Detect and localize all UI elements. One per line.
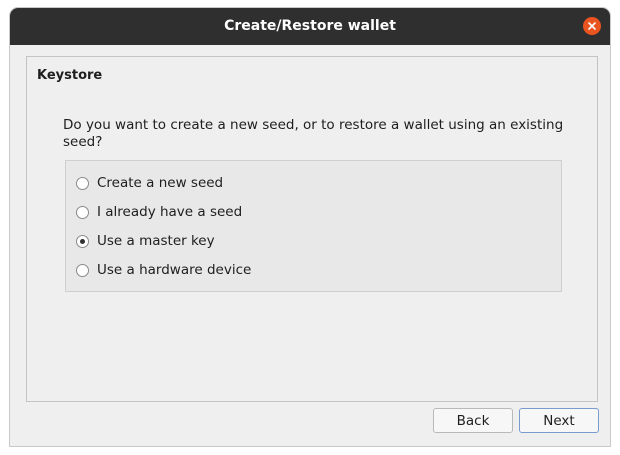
radio-button-checked[interactable] [76,234,89,248]
option-label: Use a hardware device [97,262,252,278]
option-label: Create a new seed [97,175,224,191]
keystore-panel: Keystore Do you want to create a new see… [26,56,598,402]
option-have-seed[interactable]: I already have a seed [76,202,242,222]
option-master-key[interactable]: Use a master key [76,231,215,251]
question-text: Do you want to create a new seed, or to … [63,117,564,150]
option-label: I already have a seed [97,204,243,220]
next-button[interactable]: Next [519,408,599,433]
options-group: Create a new seed I already have a seed … [65,160,562,292]
radio-button[interactable] [76,205,89,219]
radio-button[interactable] [76,176,89,190]
close-icon [588,22,596,30]
window-title: Create/Restore wallet [224,18,396,34]
option-hardware-device[interactable]: Use a hardware device [76,260,251,280]
back-button[interactable]: Back [433,408,513,433]
option-create-new-seed[interactable]: Create a new seed [76,173,223,193]
close-button[interactable] [583,17,601,35]
title-bar[interactable]: Create/Restore wallet [10,8,610,45]
radio-button[interactable] [76,263,89,277]
panel-title: Keystore [37,68,103,83]
wallet-dialog: Create/Restore wallet Keystore Do you wa… [10,8,610,446]
option-label: Use a master key [97,233,215,249]
